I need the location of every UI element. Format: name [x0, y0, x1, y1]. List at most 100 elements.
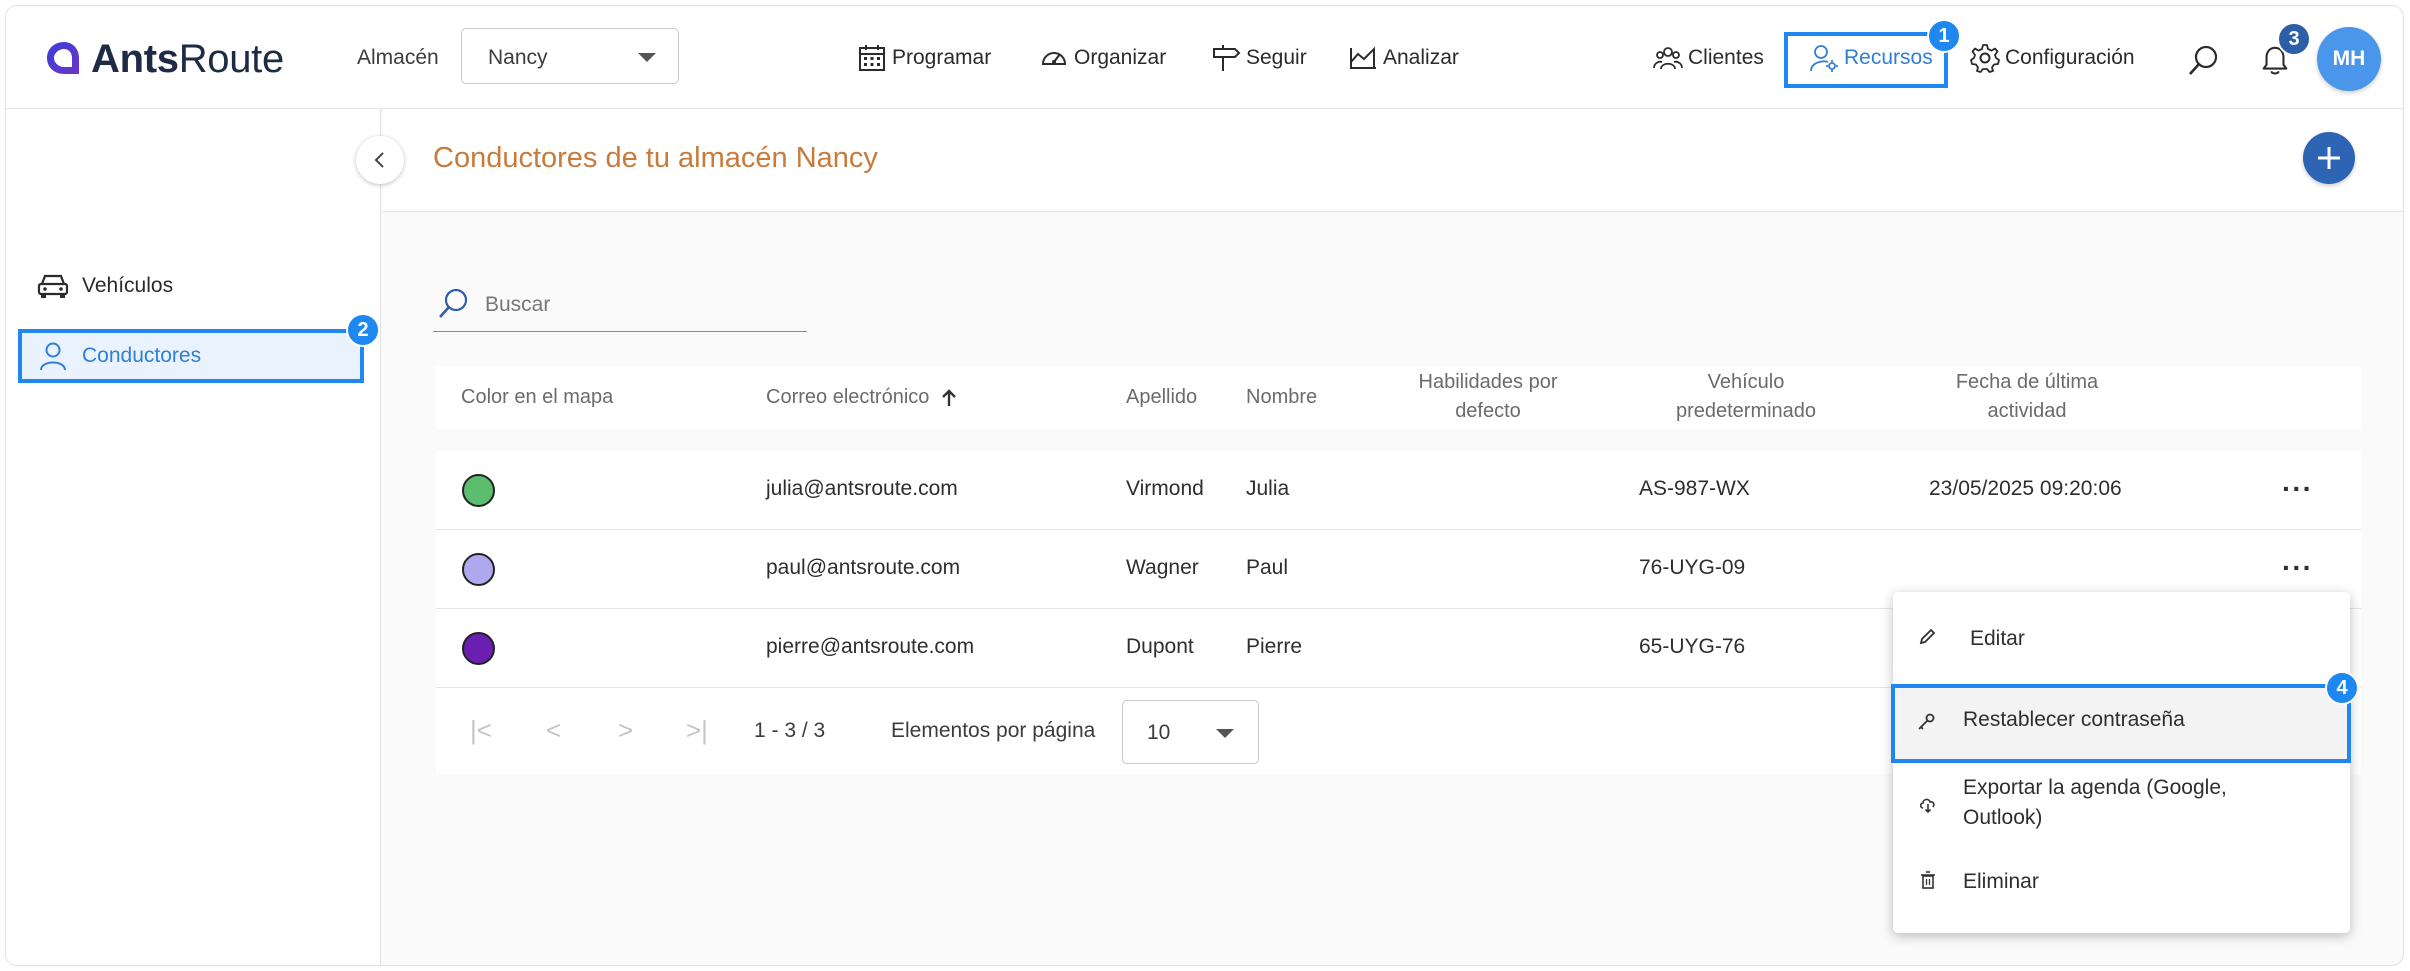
- search-icon: [439, 288, 468, 318]
- annotation-badge-1: 1: [1927, 19, 1961, 53]
- column-header-lastname[interactable]: Apellido: [1126, 383, 1197, 412]
- chevron-down-icon: [1216, 729, 1234, 738]
- nav-label: Recursos: [1844, 46, 1933, 69]
- nav-recursos[interactable]: Recursos: [1809, 41, 1933, 75]
- previous-page-icon[interactable]: <: [546, 715, 561, 746]
- nav-seguir[interactable]: Seguir: [1211, 41, 1307, 75]
- nav-clientes[interactable]: Clientes: [1653, 41, 1764, 75]
- cell-vehicle: 65-UYG-76: [1639, 635, 1746, 658]
- cell-vehicle: AS-987-WX: [1639, 477, 1750, 500]
- column-header-activity-line1: Fecha de última: [1955, 371, 2099, 393]
- column-header-color[interactable]: Color en el mapa: [461, 383, 613, 412]
- search-button[interactable]: [2184, 40, 2224, 80]
- menu-item-label: Eliminar: [1963, 870, 2039, 893]
- nav-analizar[interactable]: Analizar: [1348, 41, 1459, 75]
- logo-text: AntsRoute: [91, 36, 284, 81]
- cell-email: paul@antsroute.com: [766, 556, 961, 579]
- cell-email: julia@antsroute.com: [766, 477, 958, 500]
- car-icon: [37, 274, 69, 298]
- chevron-left-icon: [374, 152, 384, 168]
- page-title: Conductores de tu almacén Nancy: [433, 142, 878, 174]
- cell-lastname: Dupont: [1126, 635, 1194, 658]
- row-actions-button[interactable]: ···: [2282, 552, 2313, 584]
- map-color-swatch: [462, 553, 495, 586]
- key-icon: [1918, 713, 1935, 730]
- pencil-icon: [1919, 628, 1936, 645]
- nav-label: Programar: [892, 46, 992, 69]
- drivers-table: Color en el mapa Correo electrónico Apel…: [436, 366, 2361, 774]
- sort-ascending-icon: [942, 388, 957, 406]
- map-color-swatch: [462, 474, 495, 507]
- sidebar-item-conductores[interactable]: Conductores: [18, 329, 364, 383]
- table-header: Color en el mapa Correo electrónico Apel…: [436, 366, 2361, 429]
- first-page-icon[interactable]: |<: [470, 715, 492, 746]
- column-header-firstname[interactable]: Nombre: [1246, 383, 1317, 412]
- menu-item-delete[interactable]: Eliminar: [1893, 862, 2350, 902]
- nav-label: Seguir: [1246, 46, 1307, 69]
- top-bar: AntsRoute Almacén Nancy Programar Organi…: [6, 6, 2403, 109]
- menu-item-edit[interactable]: Editar: [1893, 620, 2350, 660]
- search-field[interactable]: [433, 284, 807, 332]
- cell-lastname: Wagner: [1126, 556, 1199, 579]
- nav-label: Configuración: [2005, 46, 2135, 69]
- nav-programar[interactable]: Programar: [857, 41, 991, 75]
- main-header: Conductores de tu almacén Nancy: [383, 109, 2403, 212]
- next-page-icon[interactable]: >: [618, 715, 633, 746]
- column-header-activity[interactable]: Fecha de última actividad: [1937, 368, 2117, 426]
- nav-label: Analizar: [1383, 46, 1459, 69]
- column-header-email-label: Correo electrónico: [766, 386, 930, 408]
- column-header-skills-line2: defecto: [1455, 400, 1521, 422]
- cloud-download-icon: [1919, 798, 1935, 814]
- nav-configuracion[interactable]: Configuración: [1970, 41, 2135, 75]
- column-header-vehicle-line2: predeterminado: [1675, 400, 1817, 422]
- speedometer-icon: [1041, 52, 1067, 65]
- menu-item-label-line1: Exportar la agenda (Google,: [1963, 776, 2227, 799]
- per-page-select[interactable]: 10: [1122, 700, 1259, 764]
- column-header-skills[interactable]: Habilidades por defecto: [1398, 368, 1578, 426]
- sidebar: Vehículos Conductores: [6, 109, 381, 965]
- sidebar-item-vehiculos[interactable]: Vehículos: [18, 261, 364, 311]
- collapse-sidebar-button[interactable]: [356, 136, 404, 184]
- last-page-icon[interactable]: >|: [686, 715, 708, 746]
- menu-item-label-line2: Outlook): [1963, 806, 2043, 829]
- menu-item-reset-password[interactable]: Restablecer contraseña: [1891, 684, 2351, 763]
- warehouse-select[interactable]: Nancy: [461, 28, 679, 84]
- user-gear-icon: [1810, 45, 1838, 72]
- trash-icon: [1921, 871, 1935, 889]
- column-header-email[interactable]: Correo electrónico: [766, 383, 959, 412]
- map-color-swatch: [462, 632, 495, 665]
- cell-activity: 23/05/2025 09:20:06: [1929, 477, 2122, 500]
- logo-icon: [47, 42, 79, 74]
- annotation-badge-4: 4: [2325, 671, 2359, 705]
- column-header-vehicle[interactable]: Vehículo predeterminado: [1656, 368, 1836, 426]
- warehouse-select-value: Nancy: [488, 46, 548, 69]
- add-driver-button[interactable]: [2303, 132, 2355, 184]
- people-icon: [1653, 47, 1683, 70]
- sidebar-item-label: Conductores: [82, 344, 202, 367]
- signpost-icon: [1213, 45, 1241, 71]
- menu-item-label: Restablecer contraseña: [1963, 708, 2185, 731]
- avatar[interactable]: MH: [2317, 27, 2381, 91]
- gear-icon: [1970, 44, 2000, 73]
- cell-vehicle: 76-UYG-09: [1639, 556, 1746, 579]
- cell-firstname: Pierre: [1246, 635, 1303, 658]
- cell-lastname: Virmond: [1126, 477, 1204, 500]
- nav-label: Organizar: [1074, 46, 1167, 69]
- per-page-value: 10: [1147, 721, 1171, 744]
- column-header-vehicle-line1: Vehículo: [1707, 371, 1785, 393]
- row-actions-button[interactable]: ···: [2282, 473, 2313, 505]
- sidebar-item-label: Vehículos: [82, 274, 174, 297]
- page-range: 1 - 3 / 3: [754, 719, 826, 742]
- warehouse-label: Almacén: [357, 46, 439, 69]
- app-window: AntsRoute Almacén Nancy Programar Organi…: [5, 5, 2404, 966]
- cell-email: pierre@antsroute.com: [766, 635, 975, 658]
- column-header-activity-line2: actividad: [1987, 400, 2067, 422]
- search-icon: [2189, 45, 2218, 75]
- search-input[interactable]: [485, 290, 785, 320]
- annotation-badge-2: 2: [346, 313, 380, 347]
- logo[interactable]: AntsRoute: [43, 34, 284, 84]
- nav-organizar[interactable]: Organizar: [1039, 41, 1166, 75]
- menu-item-export-calendar[interactable]: Exportar la agenda (Google, Outlook): [1893, 771, 2350, 837]
- table-row[interactable]: julia@antsroute.com Virmond Julia AS-987…: [436, 451, 2361, 530]
- column-header-skills-line1: Habilidades por: [1418, 371, 1558, 393]
